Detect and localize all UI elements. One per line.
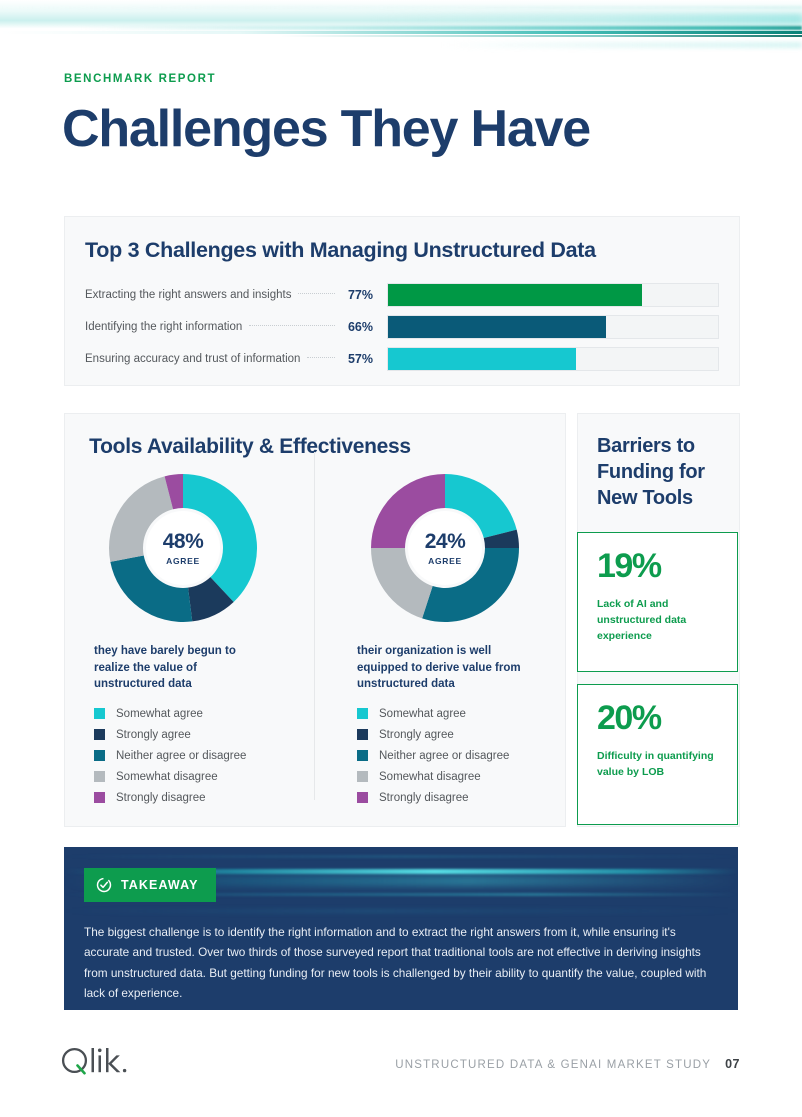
bar-label: Identifying the right information [85, 321, 243, 333]
table-row: Identifying the right information 66% [85, 315, 719, 339]
takeaway-panel: TAKEAWAY The biggest challenge is to ide… [64, 847, 738, 1010]
donut-2-legend: Somewhat agree Strongly agree Neither agre… [357, 703, 557, 808]
donut-1-center: 48% AGREE [146, 511, 220, 585]
legend-swatch [357, 729, 368, 740]
page-title: Challenges They Have [62, 100, 591, 158]
legend-label: Strongly agree [116, 728, 191, 741]
glow-streak [64, 909, 738, 913]
legend-item: Somewhat disagree [94, 766, 294, 787]
eyebrow-label: BENCHMARK REPORT [64, 73, 217, 85]
stat-2-value: 20% [597, 699, 662, 737]
legend-label: Neither agree or disagree [379, 749, 510, 762]
bar-track [387, 347, 719, 371]
stat-card-2: 20% Difficulty in quantifying value by L… [577, 684, 738, 825]
legend-item: Somewhat agree [357, 703, 557, 724]
bar-fill [388, 348, 577, 370]
bar-track [387, 315, 719, 339]
qlik-logo [60, 1046, 134, 1083]
panel-divider [314, 452, 315, 800]
bar-label: Ensuring accuracy and trust of informati… [85, 353, 301, 365]
legend-label: Strongly disagree [116, 791, 206, 804]
donut-2-value: 24% [424, 529, 466, 553]
bar-fill [388, 316, 606, 338]
legend-label: Strongly agree [379, 728, 454, 741]
leader-dots [249, 325, 335, 326]
legend-swatch [94, 771, 105, 782]
legend-swatch [357, 750, 368, 761]
stat-1-value: 19% [597, 547, 662, 585]
light-streak [0, 35, 802, 37]
light-streak [0, 42, 802, 48]
legend-swatch [94, 792, 105, 803]
bar-fill [388, 284, 643, 306]
donut-chart-1: 48% AGREE [109, 474, 257, 622]
legend-item: Strongly agree [357, 724, 557, 745]
top-challenges-title: Top 3 Challenges with Managing Unstructu… [85, 238, 596, 262]
legend-swatch [94, 750, 105, 761]
leader-dots [307, 357, 335, 358]
stat-1-description: Lack of AI and unstructured data experie… [597, 598, 687, 642]
footer-page-number: 07 [725, 1057, 740, 1071]
table-row: Ensuring accuracy and trust of informati… [85, 347, 719, 371]
table-row: Extracting the right answers and insight… [85, 283, 719, 307]
legend-label: Somewhat disagree [116, 770, 218, 783]
light-streak [0, 6, 802, 9]
legend-item: Neither agree or disagree [357, 745, 557, 766]
legend-swatch [357, 771, 368, 782]
legend-item: Strongly agree [94, 724, 294, 745]
legend-item: Somewhat disagree [357, 766, 557, 787]
legend-swatch [357, 792, 368, 803]
donut-1-caption: they have barely begun to realize the va… [94, 645, 236, 691]
legend-label: Somewhat agree [116, 707, 203, 720]
legend-item: Somewhat agree [94, 703, 294, 724]
legend-label: Strongly disagree [379, 791, 469, 804]
donut-1-value: 48% [162, 529, 204, 553]
stat-card-1: 19% Lack of AI and unstructured data exp… [577, 532, 738, 672]
bar-value: 66% [347, 320, 373, 334]
report-page: BENCHMARK REPORT Challenges They Have To… [0, 0, 802, 1117]
legend-item: Strongly disagree [357, 787, 557, 808]
top-decorative-banner [0, 0, 802, 62]
takeaway-badge-label: TAKEAWAY [121, 878, 199, 892]
legend-swatch [94, 729, 105, 740]
bar-value: 77% [347, 288, 373, 302]
footer-study-label: UNSTRUCTURED DATA & GENAI MARKET STUDY [395, 1059, 712, 1071]
legend-label: Somewhat agree [379, 707, 466, 720]
leader-dots [298, 293, 335, 294]
donut-2-caption: their organization is well equipped to d… [357, 645, 521, 691]
tools-availability-title: Tools Availability & Effectiveness [89, 435, 411, 458]
legend-item: Neither agree or disagree [94, 745, 294, 766]
legend-swatch [94, 708, 105, 719]
donut-1-agree-label: AGREE [166, 555, 200, 566]
light-streak [0, 26, 802, 30]
barriers-title: Barriers to Funding for New Tools [597, 435, 705, 509]
stat-2-description: Difficulty in quantifying value by LOB [597, 750, 714, 778]
legend-swatch [357, 708, 368, 719]
donut-2-agree-label: AGREE [428, 555, 462, 566]
donut-1-legend: Somewhat agree Strongly agree Neither agre… [94, 703, 294, 808]
qlik-logo-icon [61, 1047, 127, 1075]
donut-chart-2: 24% AGREE [371, 474, 519, 622]
legend-item: Strongly disagree [94, 787, 294, 808]
legend-label: Somewhat disagree [379, 770, 481, 783]
bar-track [387, 283, 719, 307]
light-streak [0, 31, 802, 34]
check-circle-icon [96, 877, 112, 893]
legend-label: Neither agree or disagree [116, 749, 247, 762]
bar-value: 57% [347, 352, 373, 366]
donut-2-center: 24% AGREE [408, 511, 482, 585]
footer-meta: UNSTRUCTURED DATA & GENAI MARKET STUDY 0… [395, 1057, 740, 1071]
bar-label: Extracting the right answers and insight… [85, 289, 292, 301]
takeaway-badge: TAKEAWAY [84, 868, 216, 902]
takeaway-text: The biggest challenge is to identify the… [84, 925, 707, 1000]
glow-streak [64, 855, 738, 858]
light-streak [0, 14, 802, 24]
